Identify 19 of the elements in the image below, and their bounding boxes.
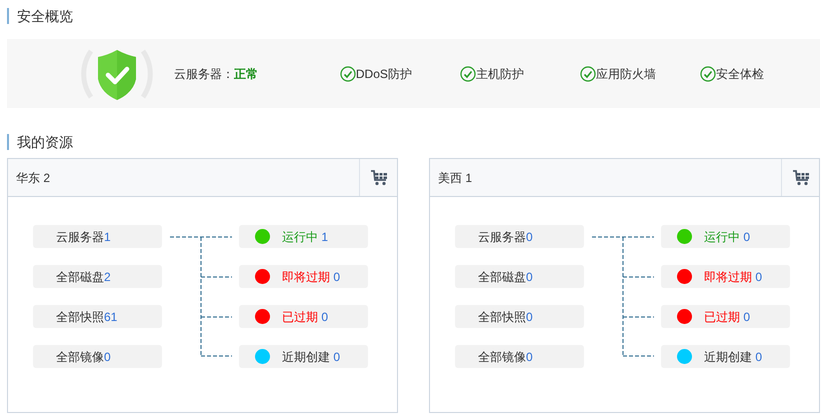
server-status: 云服务器：正常 [174,66,259,82]
section-title: 安全概览 [17,8,73,24]
resource-item[interactable]: 全部磁盘0 [455,265,584,288]
resource-item[interactable]: 全部快照0 [455,305,584,328]
resource-item[interactable]: 全部磁盘2 [33,265,162,288]
region-name: 华东 2 [15,170,52,186]
cart-icon [370,169,388,186]
protection-label: 安全体检 [716,66,764,82]
resource-item[interactable]: 全部快照61 [33,305,162,328]
protection-label: 主机防护 [476,66,524,82]
protection-label: 应用防火墙 [596,66,656,82]
resource-item[interactable]: 全部镜像0 [33,345,162,368]
cart-icon [792,169,810,186]
region-name: 美西 1 [437,170,474,186]
resource-item[interactable]: 全部镜像0 [455,345,584,368]
section-title: 我的资源 [17,134,73,150]
resource-item[interactable]: 云服务器0 [455,225,584,248]
resource-item[interactable]: 云服务器1 [33,225,162,248]
protection-label: DDoS防护 [356,66,412,82]
